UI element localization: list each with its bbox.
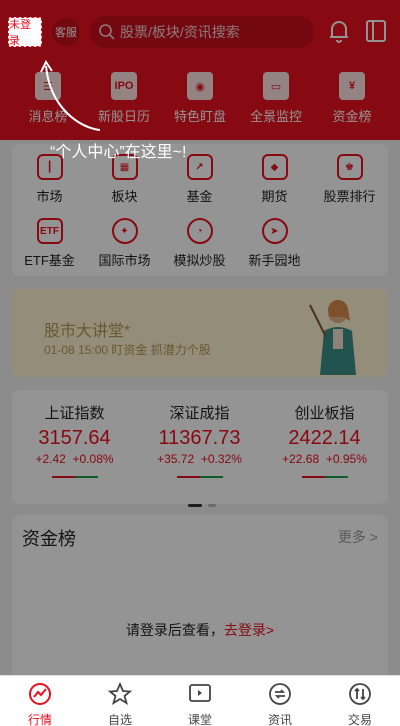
- tab-news[interactable]: 资讯: [240, 682, 320, 726]
- market-trend-icon: [29, 683, 51, 705]
- trade-icon: [349, 683, 371, 705]
- guide-hint: “个人中心”在这里~!: [50, 144, 187, 161]
- bottom-tab-bar: 行情 自选 课堂 资讯 交易: [0, 675, 400, 726]
- tab-watchlist[interactable]: 自选: [80, 681, 160, 726]
- tab-label: 行情: [27, 713, 52, 726]
- tab-market[interactable]: 行情: [0, 682, 80, 726]
- tab-label: 自选: [107, 713, 132, 726]
- tab-label: 交易: [347, 713, 372, 726]
- tab-label: 课堂: [187, 713, 212, 726]
- tab-classroom[interactable]: 课堂: [160, 682, 240, 726]
- guide-arrow: [40, 60, 101, 131]
- news-icon: [269, 683, 291, 705]
- tab-trade[interactable]: 交易: [320, 682, 400, 726]
- highlighted-login-badge[interactable]: 未登录: [8, 17, 42, 47]
- classroom-icon: [189, 684, 211, 702]
- star-icon: [107, 681, 133, 705]
- tab-label: 资讯: [267, 713, 292, 726]
